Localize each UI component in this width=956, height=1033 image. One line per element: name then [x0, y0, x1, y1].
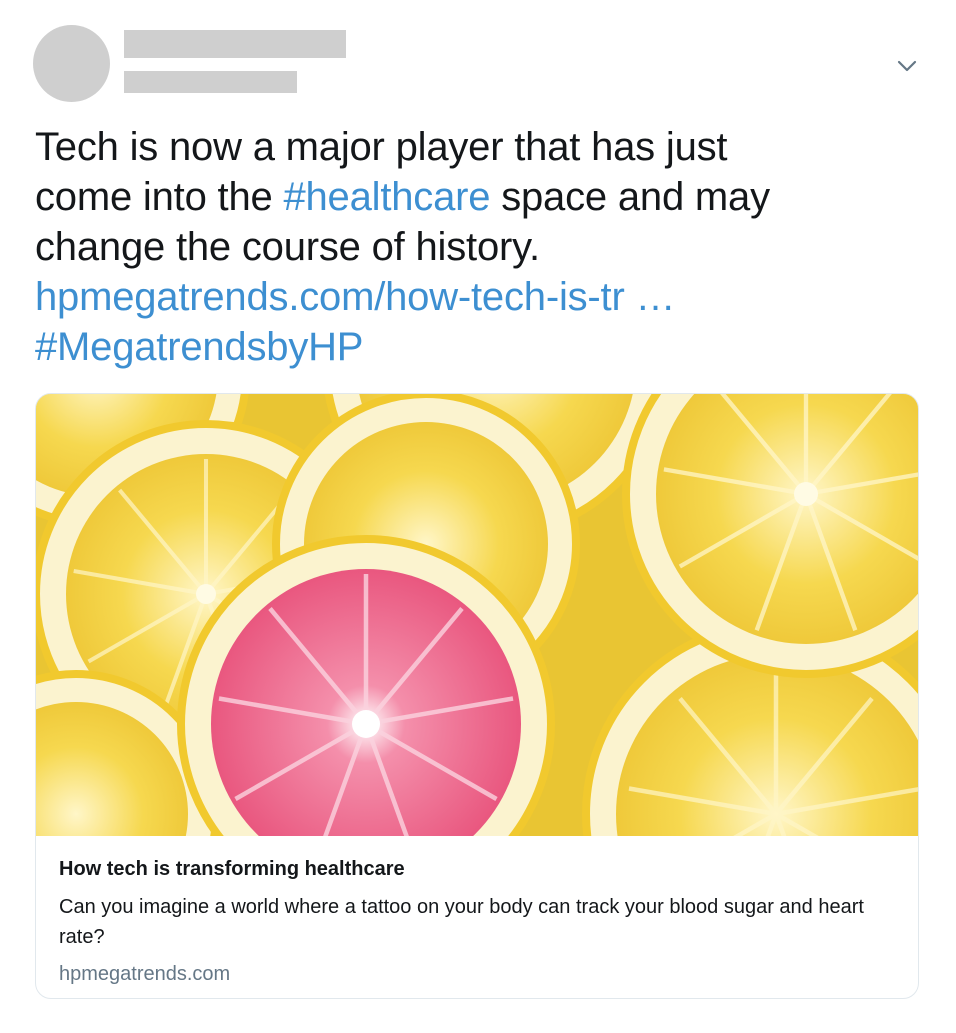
card-title[interactable]: How tech is transforming healthcare — [59, 856, 899, 882]
link-preview-card[interactable]: How tech is transforming healthcare Can … — [35, 393, 919, 999]
tweet-link[interactable]: hpmegatrends.com/how-tech-is-tr … — [35, 272, 915, 322]
tweet-line-2: come into the #healthcare space and may — [35, 175, 770, 219]
tweet-line-1: Tech is now a major player that has just — [35, 125, 728, 169]
card-body: How tech is transforming healthcare Can … — [59, 856, 899, 988]
lemon-slices-image[interactable] — [36, 394, 918, 836]
redacted-display-name[interactable] — [124, 30, 346, 58]
hashtag-megatrendsbyhp[interactable]: #MegatrendsbyHP — [35, 322, 915, 372]
tweet-text: Tech is now a major player that has just… — [35, 122, 915, 372]
chevron-down-icon[interactable] — [893, 52, 921, 80]
card-description: Can you imagine a world where a tattoo o… — [59, 896, 864, 948]
card-domain[interactable]: hpmegatrends.com — [59, 960, 899, 988]
hashtag-healthcare[interactable]: #healthcare — [283, 175, 490, 219]
lemon-slices-illustration — [36, 394, 918, 836]
redacted-handle[interactable] — [124, 71, 297, 93]
tweet-line-3: change the course of history. — [35, 225, 540, 269]
avatar[interactable] — [33, 25, 110, 102]
